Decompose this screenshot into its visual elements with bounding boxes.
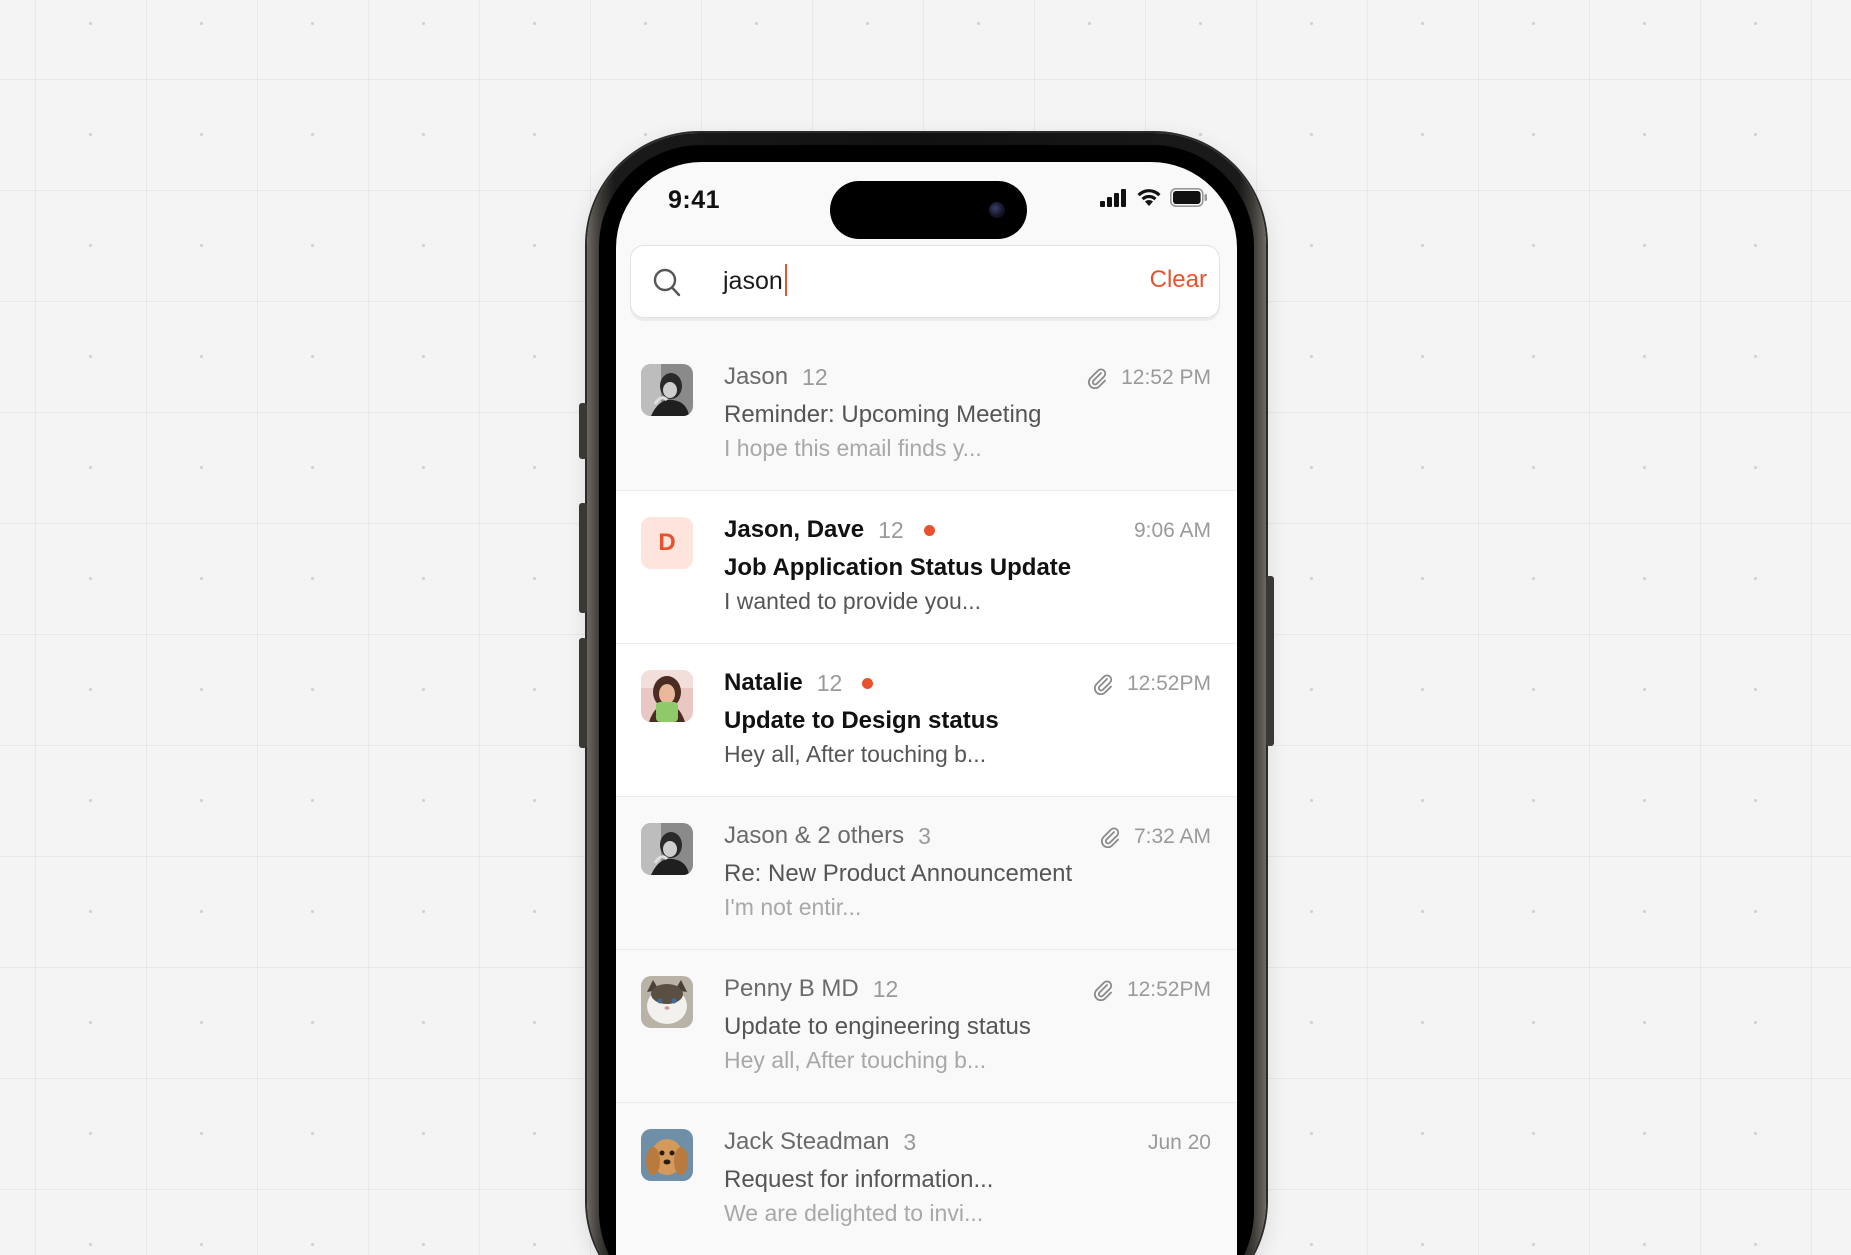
email-meta: 9:06 AM bbox=[1134, 519, 1211, 543]
clear-button[interactable]: Clear bbox=[1150, 266, 1207, 294]
avatar: D bbox=[641, 517, 693, 569]
text-caret bbox=[784, 264, 787, 297]
sender-line: Jason, Dave 12 bbox=[724, 516, 935, 544]
thread-count: 12 bbox=[816, 669, 843, 696]
email-time: 12:52 PM bbox=[1121, 366, 1211, 389]
sender-name: Penny B MD bbox=[724, 975, 859, 1002]
email-subject: Request for information... bbox=[724, 1166, 994, 1193]
volume-up-button bbox=[579, 503, 587, 613]
email-row-jason-dave[interactable]: D Jason, Dave 12 9:06 AM Job Application… bbox=[616, 491, 1237, 644]
thread-count: 12 bbox=[802, 363, 828, 390]
wifi-icon bbox=[1137, 189, 1161, 206]
email-subject: Reminder: Upcoming Meeting bbox=[724, 401, 1042, 428]
search-input[interactable]: jason bbox=[723, 264, 787, 298]
cellular-signal-icon bbox=[1100, 188, 1126, 207]
email-meta: Jun 20 bbox=[1148, 1131, 1211, 1155]
search-bar[interactable]: jason Clear bbox=[630, 245, 1220, 318]
unread-dot bbox=[923, 524, 935, 536]
thread-count: 3 bbox=[918, 822, 931, 849]
sender-name: Jason & 2 others bbox=[724, 822, 905, 849]
avatar bbox=[641, 976, 693, 1028]
avatar bbox=[641, 1129, 693, 1181]
sender-line: Jason 12 bbox=[724, 363, 828, 391]
avatar bbox=[641, 823, 693, 875]
sender-name: Natalie bbox=[724, 669, 803, 696]
email-time: 7:32 AM bbox=[1133, 825, 1211, 848]
email-meta: 12:52PM bbox=[1093, 672, 1211, 696]
action-button bbox=[579, 403, 587, 459]
volume-down-button bbox=[579, 638, 587, 748]
email-subject: Update to Design status bbox=[724, 707, 999, 734]
phone-frame: 9:41 jason Clear Jason 12 12:52 PM Remin… bbox=[579, 133, 1274, 1255]
front-camera bbox=[989, 202, 1005, 218]
email-row-jason-others[interactable]: Jason & 2 others 3 7:32 AM Re: New Produ… bbox=[616, 797, 1237, 950]
avatar bbox=[641, 670, 693, 722]
email-time: 12:52PM bbox=[1126, 978, 1211, 1001]
sender-line: Penny B MD 12 bbox=[724, 975, 898, 1003]
sender-name: Jason, Dave bbox=[724, 516, 865, 543]
email-meta: 12:52 PM bbox=[1087, 366, 1211, 390]
email-preview: We are delighted to invi... bbox=[724, 1200, 984, 1226]
email-subject: Update to engineering status bbox=[724, 1013, 1031, 1040]
battery-icon bbox=[1170, 188, 1207, 207]
email-time: 9:06 AM bbox=[1133, 519, 1211, 542]
power-button bbox=[1266, 576, 1274, 746]
email-preview: I wanted to provide you... bbox=[724, 588, 981, 614]
sender-line: Jason & 2 others 3 bbox=[724, 822, 931, 850]
email-row-jack[interactable]: Jack Steadman 3 Jun 20 Request for infor… bbox=[616, 1103, 1237, 1255]
email-time: 12:52PM bbox=[1126, 672, 1211, 695]
thread-count: 12 bbox=[872, 975, 899, 1002]
avatar bbox=[641, 364, 693, 416]
email-row-jason[interactable]: Jason 12 12:52 PM Reminder: Upcoming Mee… bbox=[616, 338, 1237, 491]
thread-count: 3 bbox=[903, 1128, 917, 1155]
status-time: 9:41 bbox=[668, 186, 721, 214]
email-preview: Hey all, After touching b... bbox=[724, 741, 987, 767]
email-list: Jason 12 12:52 PM Reminder: Upcoming Mee… bbox=[616, 338, 1237, 1255]
email-preview: I hope this email finds y... bbox=[724, 435, 982, 461]
email-preview: Hey all, After touching b... bbox=[724, 1047, 987, 1073]
search-icon[interactable] bbox=[653, 268, 681, 298]
status-icons bbox=[1100, 188, 1208, 207]
email-row-penny[interactable]: Penny B MD 12 12:52PM Update to engineer… bbox=[616, 950, 1237, 1103]
email-subject: Re: New Product Announcement bbox=[724, 860, 1073, 887]
attachment-icon bbox=[1093, 980, 1113, 1001]
sender-name: Jason bbox=[724, 363, 789, 390]
thread-count: 12 bbox=[878, 516, 904, 543]
sender-line: Jack Steadman 3 bbox=[724, 1128, 916, 1156]
unread-dot bbox=[862, 677, 874, 689]
email-meta: 7:32 AM bbox=[1100, 825, 1211, 849]
phone-screen: 9:41 jason Clear Jason 12 12:52 PM Remin… bbox=[616, 162, 1237, 1255]
attachment-icon bbox=[1100, 827, 1120, 848]
attachment-icon bbox=[1088, 368, 1107, 389]
dynamic-island bbox=[830, 181, 1027, 239]
email-meta: 12:52PM bbox=[1093, 978, 1211, 1002]
email-row-natalie[interactable]: Natalie 12 12:52PM Update to Design stat… bbox=[616, 644, 1237, 797]
sender-name: Jack Steadman bbox=[724, 1128, 890, 1155]
email-subject: Job Application Status Update bbox=[724, 554, 1072, 581]
sender-line: Natalie 12 bbox=[724, 669, 874, 697]
attachment-icon bbox=[1093, 674, 1113, 695]
email-preview: I'm not entir... bbox=[724, 894, 862, 920]
email-time: Jun 20 bbox=[1147, 1131, 1211, 1154]
